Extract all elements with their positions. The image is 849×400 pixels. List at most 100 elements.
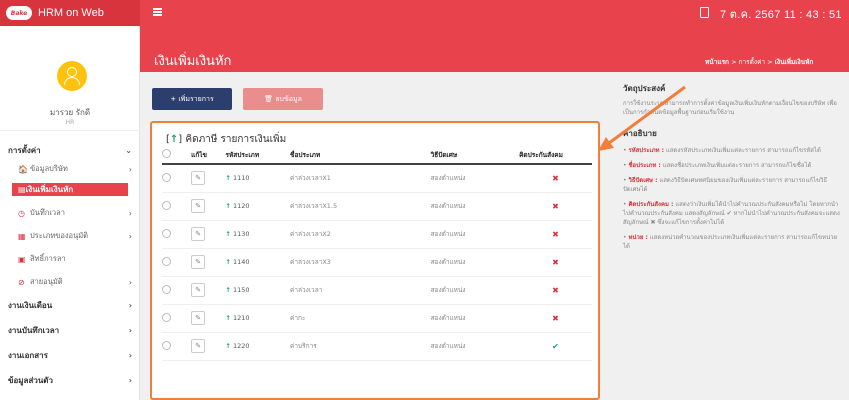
sidebar-item-label: ข้อมูลบริษัท (30, 164, 68, 173)
row-checkbox[interactable] (162, 228, 171, 238)
delete-button[interactable]: 🗑 ลบข้อมูล (243, 88, 323, 110)
breadcrumb-settings[interactable]: การตั้งค่า (739, 58, 765, 66)
sidebar-group-timesheet[interactable]: งานบันทึกเวลา › (0, 321, 140, 339)
column-header[interactable]: ชื่อประเภท (290, 146, 431, 165)
row-rounding: สองตำแหน่ง (430, 276, 520, 305)
row-code: 1130 (233, 230, 250, 238)
help-text: แสดงชื่อประเภทเงินเพิ่มแต่ละรายการ สามาร… (660, 162, 812, 169)
row-name: ค่าล่วงเวลาX1.5 (290, 192, 431, 221)
purpose-text: การใช้งานระบบสามารถทำการตั้งค่าข้อมูลเงิ… (623, 100, 837, 116)
purpose-title: วัตถุประสงค์ (623, 84, 666, 93)
table-row[interactable]: ✎ ↑ 1140 ค่าล่วงเวลาX3 สองตำแหน่ง ✖ (162, 248, 592, 277)
sidebar-item-label: สิทธิ์การลา (30, 254, 66, 263)
sidebar-item-approval-type[interactable]: ▦ ประเภทของอนุมัติ › (0, 227, 140, 245)
breadcrumb-sep: > (729, 58, 739, 66)
arrow-up-icon: ↑ (225, 314, 231, 322)
arrow-up-icon: ↑ (225, 230, 231, 238)
row-code: 1140 (233, 258, 250, 266)
sidebar-item-approval-line[interactable]: ⊘ สายอนุมัติ › (0, 273, 140, 291)
row-rounding: สองตำแหน่ง (430, 192, 520, 221)
sidebar: มารวย รักดี HR การตั้งค่า ⌄ 🏠 ข้อมูลบริษ… (0, 26, 140, 400)
sidebar-group-payroll[interactable]: งานเงินเดือน › (0, 296, 140, 314)
row-code: 1210 (233, 314, 250, 322)
help-term: ชื่อประเภท : (628, 162, 661, 169)
sidebar-group-personal[interactable]: ข้อมูลส่วนตัว › (0, 371, 140, 389)
app-title: HRM on Web (38, 7, 104, 19)
edit-icon[interactable]: ✎ (191, 171, 206, 186)
row-rounding: สองตำแหน่ง (430, 220, 520, 249)
row-name: ค่ากะ (290, 304, 431, 333)
sidebar-group-documents[interactable]: งานเอกสาร › (0, 346, 140, 364)
sidebar-group-settings[interactable]: การตั้งค่า ⌄ (0, 141, 140, 159)
cross-icon: ✖ (519, 304, 592, 333)
breadcrumb-current: เงินเพิ่มเงินหัก (774, 58, 814, 66)
edit-icon[interactable]: ✎ (191, 199, 206, 213)
cross-icon: ✖ (519, 192, 592, 221)
allowance-table-card: [↑] คิดภาษี รายการเงินเพิ่ม แก้ไข รหัสปร… (150, 121, 600, 400)
sidebar-item-allowance[interactable]: ▤ เงินเพิ่มเงินหัก (12, 183, 128, 196)
edit-icon[interactable]: ✎ (191, 227, 206, 241)
date-time: 7 ต.ค. 2567 11 : 43 : 51 (720, 9, 842, 21)
column-header: แก้ไข (191, 146, 226, 165)
chevron-right-icon: › (128, 277, 132, 287)
sidebar-group-label: งานบันทึกเวลา (8, 325, 60, 335)
row-name: ค่าล่วงเวลาX2 (290, 220, 431, 249)
row-checkbox[interactable] (162, 340, 171, 350)
row-rounding: สองตำแหน่ง (430, 248, 520, 277)
row-checkbox[interactable] (162, 256, 171, 266)
app-logo: Bake (6, 6, 32, 20)
help-item: • วิธีปัดเศษ : แสดงวิธีปัดเศษทศนิยมของเง… (623, 177, 828, 193)
sidebar-item-company[interactable]: 🏠 ข้อมูลบริษัท › (0, 160, 140, 178)
edit-icon[interactable]: ✎ (191, 311, 206, 325)
table-row[interactable]: ✎ ↑ 1210 ค่ากะ สองตำแหน่ง ✖ (162, 304, 592, 333)
table-row[interactable]: ✎ ↑ 1150 ค่าล่วงเวลา สองตำแหน่ง ✖ (162, 276, 592, 305)
edit-icon[interactable]: ✎ (191, 255, 206, 269)
add-item-button[interactable]: + เพิ่มรายการ (152, 88, 232, 110)
help-item: • คิดประกันสังคม : แสดงว่าเงินเพิ่มได้นำ… (623, 201, 840, 226)
help-item: • รหัสประเภท : แสดงรหัสประเภทเงินเพิ่มแต… (623, 147, 821, 154)
chevron-right-icon: › (128, 164, 132, 174)
sidebar-item-label: สายอนุมัติ (30, 277, 63, 286)
row-checkbox[interactable] (162, 284, 171, 294)
select-all-checkbox[interactable] (162, 149, 171, 158)
row-code: 1120 (233, 202, 250, 210)
row-checkbox[interactable] (162, 200, 171, 210)
breadcrumb-sep: > (765, 58, 775, 66)
help-term: คิดประกันสังคม : (628, 201, 674, 208)
main-content: เงินเพิ่มเงินหัก หน้าแรก > การตั้งค่า > … (140, 26, 849, 400)
row-checkbox[interactable] (162, 172, 171, 182)
edit-icon[interactable]: ✎ (191, 339, 206, 353)
page-header: เงินเพิ่มเงินหัก หน้าแรก > การตั้งค่า > … (140, 26, 849, 72)
calendar-icon (700, 7, 709, 18)
sidebar-item-leave-rights[interactable]: ▣ สิทธิ์การลา (0, 250, 140, 268)
row-checkbox[interactable] (162, 312, 171, 322)
row-name: ค่าล่วงเวลาX1 (290, 164, 431, 193)
column-header[interactable]: วิธีปัดเศษ (430, 146, 520, 165)
arrow-up-icon: ↑ (225, 174, 231, 183)
brand[interactable]: Bake HRM on Web (0, 0, 140, 26)
allowance-table: แก้ไข รหัสประเภท ชื่อประเภท วิธีปัดเศษ ค… (162, 146, 592, 361)
breadcrumb-home[interactable]: หน้าแรก (705, 58, 729, 66)
sidebar-item-timesheet[interactable]: ◷ บันทึกเวลา › (0, 204, 140, 222)
arrow-up-icon: ↑ (169, 134, 179, 145)
table-title-text: คิดภาษี รายการเงินเพิ่ม (185, 134, 287, 145)
table-row[interactable]: ✎ ↑ 1220 ค่าบริการ สองตำแหน่ง ✔ (162, 332, 592, 361)
table-row[interactable]: ✎ ↑ 1120 ค่าล่วงเวลาX1.5 สองตำแหน่ง ✖ (162, 192, 592, 221)
table-row[interactable]: ✎ ↑ 1130 ค่าล่วงเวลาX2 สองตำแหน่ง ✖ (162, 220, 592, 249)
select-all-column[interactable] (162, 146, 192, 165)
chevron-right-icon: › (128, 300, 132, 310)
edit-icon[interactable]: ✎ (191, 283, 206, 297)
sidebar-item-label: ประเภทของอนุมัติ (30, 231, 89, 240)
column-header[interactable]: คิดประกันสังคม (519, 146, 592, 165)
list-icon: ▤ (18, 185, 26, 194)
table-row[interactable]: ✎ ↑ 1110 ค่าล่วงเวลาX1 สองตำแหน่ง ✖ (162, 164, 592, 193)
row-code: 1150 (233, 286, 250, 294)
document-icon: ▣ (18, 254, 26, 264)
column-header[interactable]: รหัสประเภท (225, 146, 291, 165)
chevron-right-icon: › (128, 350, 132, 360)
hamburger-icon[interactable] (153, 8, 162, 16)
help-term: รหัสประเภท : (628, 147, 664, 154)
user-icon[interactable] (57, 61, 87, 91)
help-item: • หน่วย : แสดงหน่วยคำนวณของประเภทเงินเพิ… (623, 234, 838, 250)
sidebar-group-label: งานเงินเดือน (8, 300, 53, 310)
